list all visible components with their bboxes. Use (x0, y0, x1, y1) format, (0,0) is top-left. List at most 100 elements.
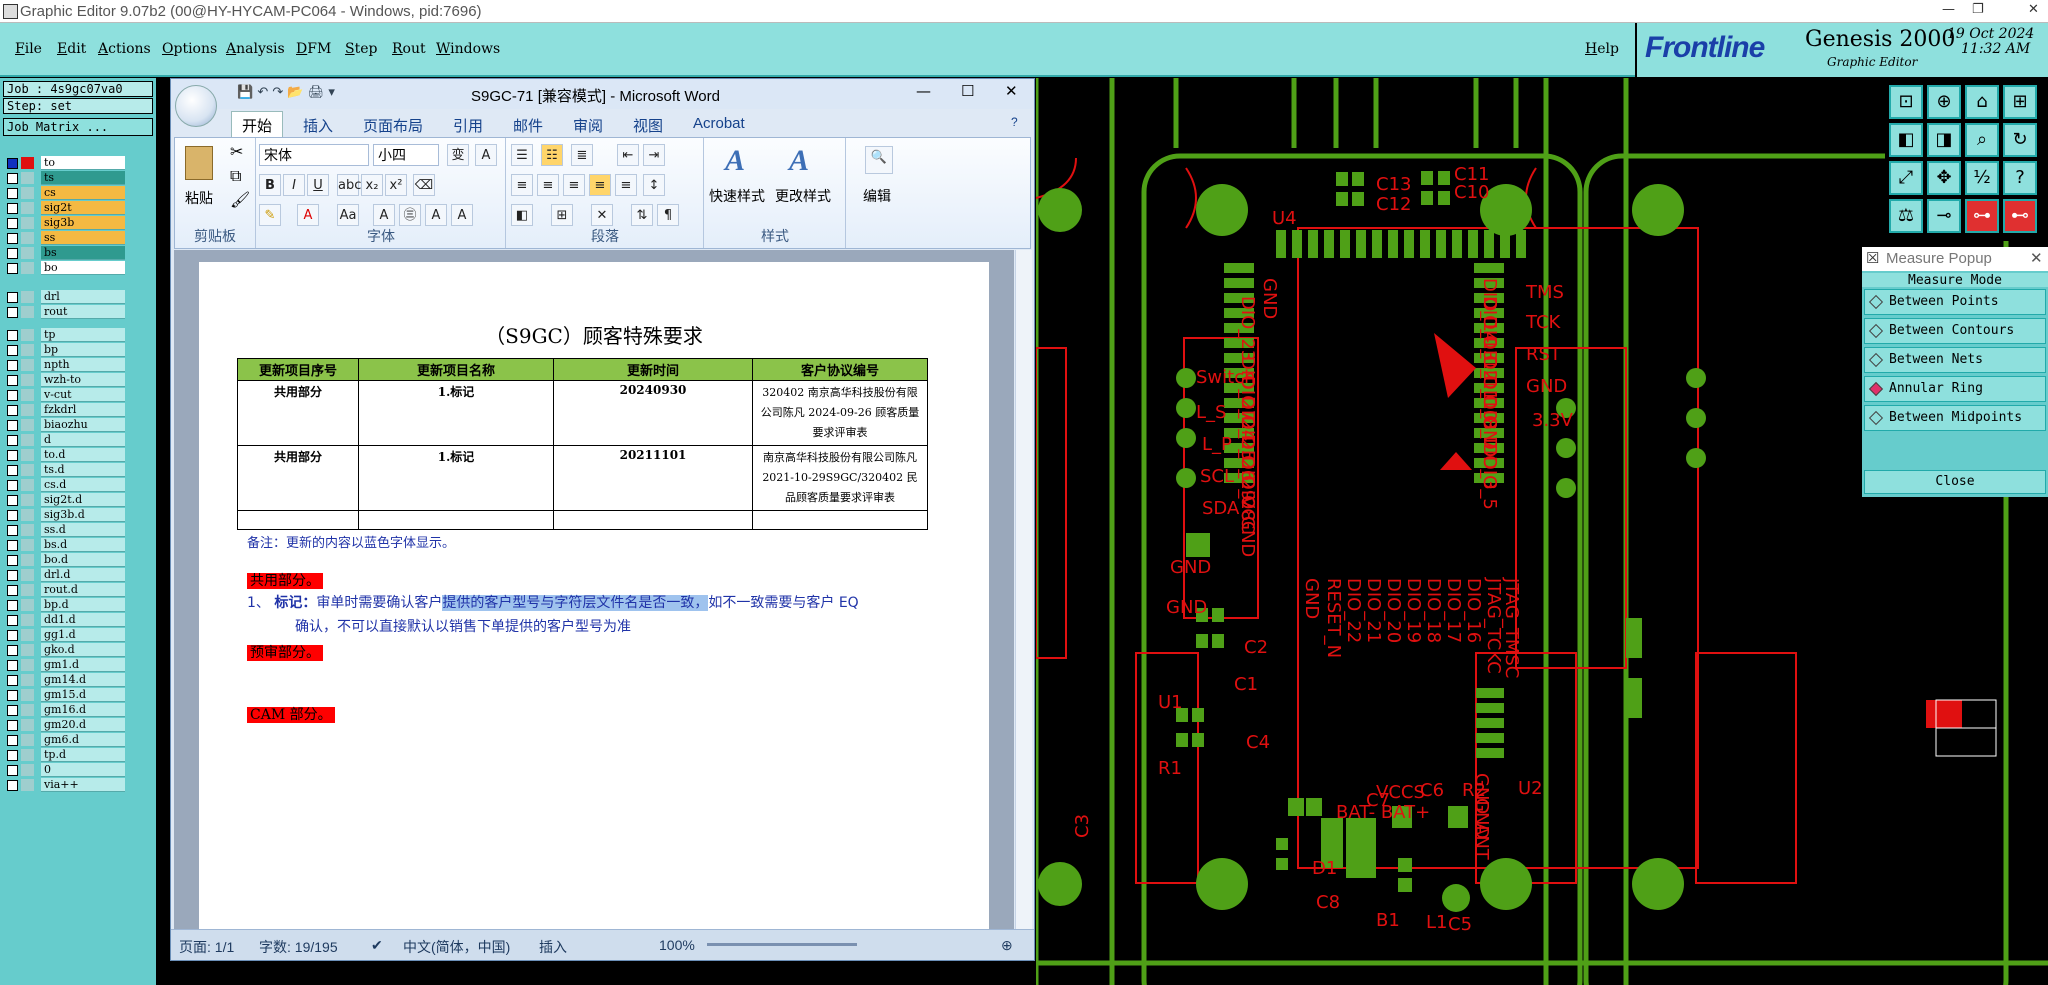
layer-row[interactable]: ss.d (3, 523, 125, 538)
font-name-select[interactable]: 宋体 (259, 144, 369, 166)
layer-name[interactable]: gm1.d (41, 658, 125, 672)
redraw-icon[interactable]: ↻ (2003, 123, 2037, 157)
layer-name[interactable]: bs.d (41, 538, 125, 552)
word-count[interactable]: 字数: 19/195 (259, 937, 338, 957)
layer-name[interactable]: bo.d (41, 553, 125, 567)
layer-checkbox[interactable] (7, 780, 18, 791)
layer-checkbox[interactable] (7, 660, 18, 671)
layer-affected-toggle[interactable] (21, 494, 34, 506)
layer-row[interactable]: bs.d (3, 538, 125, 553)
layer-name[interactable]: biaozhu (41, 418, 125, 432)
tab-review[interactable]: 审阅 (573, 115, 603, 136)
tab-view[interactable]: 视图 (633, 115, 663, 136)
layer-checkbox[interactable] (7, 233, 18, 244)
layer-checkbox[interactable] (7, 615, 18, 626)
layer-name[interactable]: ts (41, 171, 125, 185)
layer-checkbox[interactable] (7, 480, 18, 491)
layer-affected-toggle[interactable] (21, 359, 34, 371)
layer-checkbox[interactable] (7, 390, 18, 401)
zoom-level[interactable]: 100% (659, 937, 695, 953)
layer-row[interactable]: wzh-to (3, 373, 125, 388)
char-shading-icon[interactable]: A (373, 204, 395, 226)
layer-row[interactable]: drl (3, 290, 125, 305)
layer-name[interactable]: v-cut (41, 388, 125, 402)
layer-row[interactable]: sig3b (3, 216, 125, 231)
layer-checkbox[interactable] (7, 540, 18, 551)
sort-icon[interactable]: ⇅ (631, 204, 653, 226)
zoom-slider[interactable] (707, 943, 857, 946)
close-icon[interactable]: ✕ (2028, 2, 2039, 17)
bullets-icon[interactable]: ☰ (511, 144, 533, 166)
layer-row[interactable]: ts.d (3, 463, 125, 478)
change-style-icon[interactable]: A (789, 144, 809, 178)
layer-row[interactable]: gm1.d (3, 658, 125, 673)
layer-row[interactable]: gm15.d (3, 688, 125, 703)
menu-windows[interactable]: Windows (436, 41, 500, 57)
layer-row[interactable]: bo (3, 261, 125, 276)
layer-affected-toggle[interactable] (21, 764, 34, 776)
borders-icon[interactable]: ⊞ (551, 204, 573, 226)
change-style-button[interactable]: 更改样式 (775, 186, 831, 206)
layer-name[interactable]: cs.d (41, 478, 125, 492)
layer-row[interactable]: biaozhu (3, 418, 125, 433)
select-icon[interactable]: ⊷ (2003, 199, 2037, 233)
layer-name[interactable]: gm14.d (41, 673, 125, 687)
menu-file[interactable]: File (15, 41, 42, 57)
menu-help[interactable]: Help (1585, 41, 1619, 57)
font-size-select[interactable]: 小四 (373, 144, 439, 166)
layer-name[interactable]: bs (41, 246, 125, 260)
layer-row[interactable]: sig3b.d (3, 508, 125, 523)
layer-name[interactable]: tp (41, 328, 125, 342)
layer-name[interactable]: 0 (41, 763, 125, 777)
align-left-icon[interactable]: ≡ (511, 174, 533, 196)
find-icon[interactable]: 🔍 (865, 146, 893, 174)
layer-affected-toggle[interactable] (21, 584, 34, 596)
layer-row[interactable]: 0 (3, 763, 125, 778)
shrink-font-icon[interactable]: A (451, 204, 473, 226)
layer-name[interactable]: d (41, 433, 125, 447)
quick-style-button[interactable]: 快速样式 (709, 186, 765, 206)
layer-name[interactable]: gg1.d (41, 628, 125, 642)
layer-affected-toggle[interactable] (21, 674, 34, 686)
proofing-icon[interactable]: ✔ (371, 937, 383, 954)
layer-checkbox[interactable] (7, 690, 18, 701)
layer-row[interactable]: to (3, 156, 125, 171)
layer-affected-toggle[interactable] (21, 434, 34, 446)
layer-checkbox[interactable] (7, 292, 18, 303)
layer-affected-toggle[interactable] (21, 449, 34, 461)
layer-name[interactable]: to (41, 156, 125, 170)
layer-name[interactable]: drl (41, 290, 125, 304)
line-spacing-icon[interactable]: ↕ (643, 174, 665, 196)
layer-affected-toggle[interactable] (21, 187, 34, 199)
layer-row[interactable]: to.d (3, 448, 125, 463)
strike-button[interactable]: abc (337, 174, 361, 196)
layer-checkbox[interactable] (7, 630, 18, 641)
layer-affected-toggle[interactable] (21, 749, 34, 761)
layer-name[interactable]: rout.d (41, 583, 125, 597)
layer-affected-toggle[interactable] (21, 614, 34, 626)
zoom-home-icon[interactable]: ⊡ (1889, 85, 1923, 119)
change-case-icon[interactable]: Aa (337, 204, 359, 226)
fit-screen-icon[interactable]: ⤢ (1889, 161, 1923, 195)
layer-name[interactable]: gm15.d (41, 688, 125, 702)
layer-checkbox[interactable] (7, 645, 18, 656)
layer-affected-toggle[interactable] (21, 539, 34, 551)
layer-affected-toggle[interactable] (21, 509, 34, 521)
layer-checkbox[interactable] (7, 248, 18, 259)
subscript-button[interactable]: x₂ (361, 174, 383, 196)
shading-icon[interactable]: ◧ (511, 204, 533, 226)
layer-affected-toggle[interactable] (21, 719, 34, 731)
menu-actions[interactable]: Actions (98, 41, 151, 57)
layer-affected-toggle[interactable] (21, 599, 34, 611)
restore-icon[interactable]: ❐ (1972, 2, 1984, 17)
page-count[interactable]: 页面: 1/1 (179, 937, 234, 957)
pan-left-icon[interactable]: ◧ (1889, 123, 1923, 157)
layer-row[interactable]: tp.d (3, 748, 125, 763)
layer-row[interactable]: gm16.d (3, 703, 125, 718)
layer-checkbox[interactable] (7, 375, 18, 386)
format-painter-icon[interactable]: 🖌 (230, 190, 250, 209)
zoom-in-icon[interactable]: ⊕ (1927, 85, 1961, 119)
bold-button[interactable]: B (259, 174, 281, 196)
superscript-button[interactable]: x² (385, 174, 407, 196)
layer-affected-toggle[interactable] (21, 524, 34, 536)
